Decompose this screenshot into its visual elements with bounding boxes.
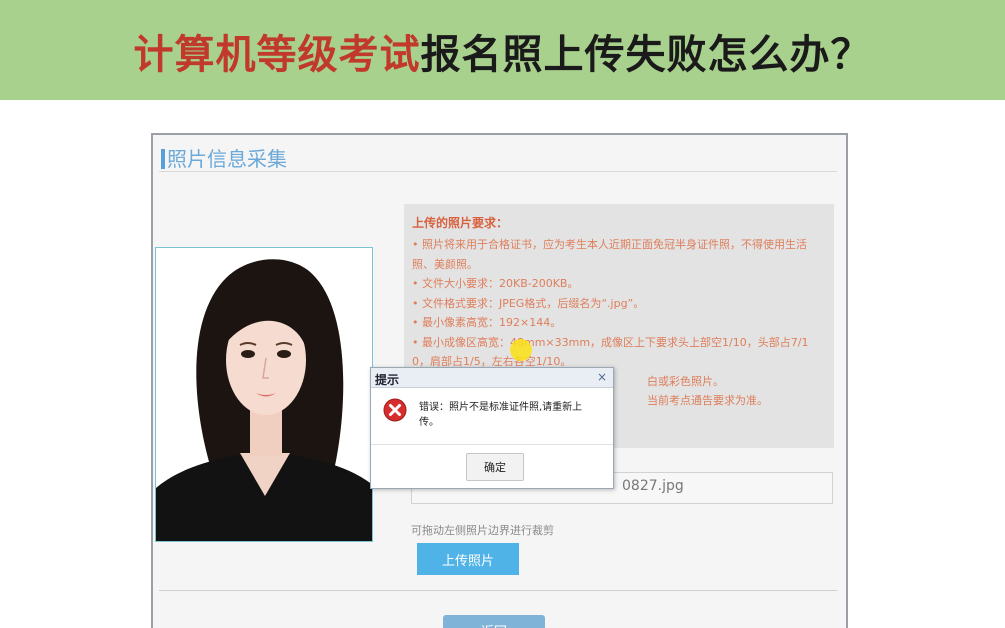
section-title: 照片信息采集 — [161, 143, 287, 172]
bottom-divider — [159, 590, 837, 591]
headline-dark-part: 报名照上传失败怎么办？ — [420, 32, 872, 78]
dialog-close-icon[interactable]: × — [597, 370, 607, 384]
dialog-divider — [371, 444, 613, 445]
error-icon — [383, 398, 407, 422]
headline-red-part: 计算机等级考试 — [133, 32, 421, 78]
requirements-title: 上传的照片要求： — [412, 216, 509, 230]
requirement-line: • 最小成像区高宽：48mm×33mm，成像区上下要求头上部空1/10，头部占7… — [412, 335, 809, 349]
crop-hint-text: 可拖动左侧照片边界进行裁剪 — [411, 524, 554, 537]
section-title-text: 照片信息采集 — [167, 147, 287, 171]
requirement-line: • 最小像素高宽：192×144。 — [412, 316, 562, 329]
mouse-cursor-highlight — [510, 339, 532, 361]
section-divider — [159, 171, 837, 172]
upload-photo-button[interactable]: 上传照片 — [417, 543, 519, 575]
page-headline: 计算机等级考试报名照上传失败怎么办？ — [0, 22, 1005, 80]
back-button[interactable]: 返回 — [443, 615, 545, 628]
dialog-header: 提示 × — [371, 368, 613, 388]
dialog-body: 错误：照片不是标准证件照,请重新上传。 — [379, 396, 611, 442]
dialog-message: 错误：照片不是标准证件照,请重新上传。 — [419, 402, 583, 428]
requirement-line: • 照片将来用于合格证书，应为考生本人近期正面免冠半身证件照，不得使用生活 — [412, 238, 807, 251]
dialog-title: 提示 — [375, 373, 400, 387]
portrait-photo — [156, 248, 372, 541]
requirement-line: • 文件格式要求：JPEG格式，后缀名为“.jpg”。 — [412, 296, 645, 310]
requirement-line: • 文件大小要求：20KB-200KB。 — [412, 277, 579, 290]
requirement-line: 照、美颜照。 — [412, 257, 478, 271]
error-dialog: 提示 × 错误：照片不是标准证件照,请重新上传。 确定 — [370, 367, 614, 489]
confirm-button[interactable]: 确定 — [466, 453, 524, 481]
section-title-bar — [161, 149, 165, 169]
photo-crop-area[interactable] — [155, 247, 373, 542]
